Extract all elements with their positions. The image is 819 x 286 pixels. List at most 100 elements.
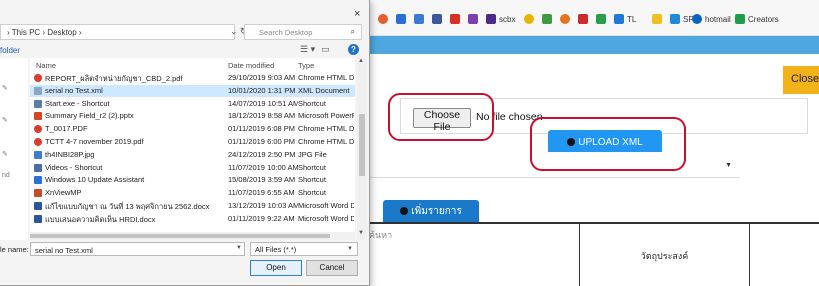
bookmark-item[interactable] xyxy=(414,12,427,26)
table-col-purpose: วัตถุประสงค์ xyxy=(579,224,749,286)
bookmark-item[interactable] xyxy=(560,12,573,26)
bookmark-item[interactable]: scbx xyxy=(486,12,515,26)
scroll-down-icon[interactable]: ▼ xyxy=(358,230,364,236)
navigation-pane: ✎ ✎ ✎ nd xyxy=(0,58,28,240)
file-type-filter[interactable]: All Files (*.*) ▼ xyxy=(250,242,358,256)
scbx-icon xyxy=(486,14,496,24)
bookmark-item[interactable] xyxy=(542,12,555,26)
choose-file-button[interactable]: Choose File xyxy=(413,108,471,133)
bookmark-label: TL xyxy=(627,14,637,24)
purpose-header: วัตถุประสงค์ xyxy=(640,251,689,261)
cancel-button[interactable]: Cancel xyxy=(306,260,358,276)
pin-icon: ✎ xyxy=(2,85,8,92)
file-date: 18/12/2019 8:58 AM xyxy=(228,111,296,121)
word-icon xyxy=(34,202,42,210)
column-date-header[interactable]: Date modified xyxy=(228,61,274,70)
table-col-search: ค้นหา xyxy=(360,224,579,286)
address-bar[interactable]: › This PC › Desktop › xyxy=(0,24,235,40)
dialog-close-icon[interactable]: × xyxy=(354,8,360,20)
scroll-up-icon[interactable]: ▲ xyxy=(358,58,364,64)
bookmark-item[interactable] xyxy=(596,12,609,26)
bookmark-item[interactable]: hotmail xyxy=(692,12,731,26)
file-row[interactable]: serial no Test.xml 10/01/2020 1:31 PM XML … xyxy=(30,84,355,97)
file-name: XnViewMP xyxy=(45,188,82,198)
close-button[interactable]: Close xyxy=(783,66,819,94)
bookmark-item[interactable] xyxy=(432,12,445,26)
upload-label: UPLOAD XML xyxy=(578,136,643,148)
view-options[interactable]: ☰ ▾ ▭ xyxy=(300,44,330,55)
file-name: Windows 10 Update Assistant xyxy=(45,175,145,185)
leaf-icon xyxy=(542,14,552,24)
open-button[interactable]: Open xyxy=(250,260,302,276)
file-type: Shortcut xyxy=(298,188,326,198)
bookmark-item[interactable]: SF xyxy=(670,12,693,26)
file-row[interactable]: T_0017.PDF 01/11/2019 6:08 PM Chrome HTML … xyxy=(30,123,355,135)
facebook-icon xyxy=(432,14,442,24)
column-name-header[interactable]: Name xyxy=(36,61,56,70)
bookmark-item[interactable]: Creators xyxy=(735,12,779,26)
view-list-icon[interactable]: ☰ ▾ xyxy=(300,44,315,55)
file-type-value: All Files (*.*) xyxy=(255,245,297,254)
file-date: 01/11/2019 6:08 PM xyxy=(228,124,295,134)
vertical-scrollbar[interactable]: ▲ ▼ xyxy=(357,58,367,240)
bookmark-item[interactable] xyxy=(450,12,463,26)
powerpoint-icon xyxy=(34,112,42,121)
smiley-icon xyxy=(524,14,534,24)
file-row[interactable]: Summary Field_r2 (2).pptx 18/12/2019 8:58… xyxy=(30,110,355,122)
bookmark-item[interactable] xyxy=(524,12,537,26)
search-label: ค้นหา xyxy=(369,230,393,240)
bookmark-item[interactable] xyxy=(652,12,665,26)
column-type-header[interactable]: Type xyxy=(298,61,314,70)
add-icon xyxy=(400,207,409,215)
bookmark-item[interactable] xyxy=(378,12,391,26)
search-input[interactable]: Search Desktop ⌕ xyxy=(244,24,362,40)
pin-icon: ✎ xyxy=(2,151,8,158)
chevron-down-icon[interactable]: ▼ xyxy=(236,245,242,251)
file-name: แบบเสนอความคิดเห็น HRDI.docx xyxy=(45,214,156,224)
bookmark-item[interactable]: TL xyxy=(614,12,636,26)
upload-xml-button[interactable]: UPLOAD XML xyxy=(548,130,662,154)
video-shortcut-icon xyxy=(34,163,42,172)
file-type: JPG File xyxy=(298,149,327,159)
file-row[interactable]: TCTT 4-7 november 2019.pdf 01/11/2019 6:0… xyxy=(30,136,355,148)
file-type: Microsoft Word Docu... xyxy=(298,201,354,210)
bookmark-label: scbx xyxy=(499,14,516,24)
file-date: 29/10/2019 9:03 AM xyxy=(228,73,296,82)
bookmark-label: hotmail xyxy=(705,14,731,24)
file-row[interactable]: REPORT_ผลิตจำหน่ายกัญชา_CBD_2.pdf 29/10/2… xyxy=(30,72,355,84)
add-item-tab[interactable]: เพิ่มรายการ xyxy=(383,200,479,222)
chevron-down-icon: ▼ xyxy=(347,246,353,252)
horizontal-scrollbar[interactable] xyxy=(30,232,355,240)
type-select[interactable]: ▼ xyxy=(368,152,740,178)
search-placeholder: Search Desktop xyxy=(259,28,313,37)
scrollbar-thumb[interactable] xyxy=(30,234,330,238)
bookmark-item[interactable] xyxy=(578,12,591,26)
file-row[interactable]: Videos - Shortcut 11/07/2019 10:00 AM Shor… xyxy=(30,162,355,174)
file-row[interactable]: Start.exe - Shortcut 14/07/2019 10:51 AM S… xyxy=(30,98,355,110)
sf-icon xyxy=(670,14,680,24)
preview-pane-icon[interactable]: ▭ xyxy=(321,44,330,55)
new-folder-button[interactable]: folder xyxy=(0,46,20,55)
xnview-icon xyxy=(34,189,42,198)
file-open-dialog: × › This PC › Desktop › ⌄ ↻ Search Deskt… xyxy=(0,0,370,286)
file-row[interactable]: th4INBI28P.jpg 24/12/2019 2:50 PM JPG File xyxy=(30,149,355,161)
xml-file-icon xyxy=(34,86,42,95)
file-date: 11/07/2019 10:00 AM xyxy=(228,162,298,172)
file-date: 13/12/2019 10:03 AM xyxy=(228,201,298,210)
file-row[interactable]: XnViewMP 11/07/2019 6:55 AM Shortcut xyxy=(30,187,355,199)
help-icon[interactable]: ? xyxy=(348,44,359,55)
file-name-input[interactable] xyxy=(30,242,245,256)
file-row[interactable]: Windows 10 Update Assistant 15/08/2019 3:… xyxy=(30,174,355,186)
bookmark-item[interactable] xyxy=(396,12,409,26)
chrome-icon xyxy=(34,125,42,134)
chrome-icon xyxy=(34,138,42,146)
file-row[interactable]: แบบเสนอความคิดเห็น HRDI.docx 01/11/2019 9… xyxy=(30,213,355,225)
calendar-24-icon xyxy=(414,14,424,24)
chrome-extension-icon xyxy=(378,14,388,24)
file-status-text: No file chosen xyxy=(476,111,543,123)
file-type: XML Document xyxy=(298,85,350,95)
scrollbar-thumb[interactable] xyxy=(359,114,365,176)
file-row[interactable]: แก้ไขแบบกัญชา ณ วันที่ 13 พฤศจิกายน 2562… xyxy=(30,200,355,212)
bookmark-item[interactable] xyxy=(468,12,481,26)
file-name: แก้ไขแบบกัญชา ณ วันที่ 13 พฤศจิกายน 2562… xyxy=(45,202,210,211)
